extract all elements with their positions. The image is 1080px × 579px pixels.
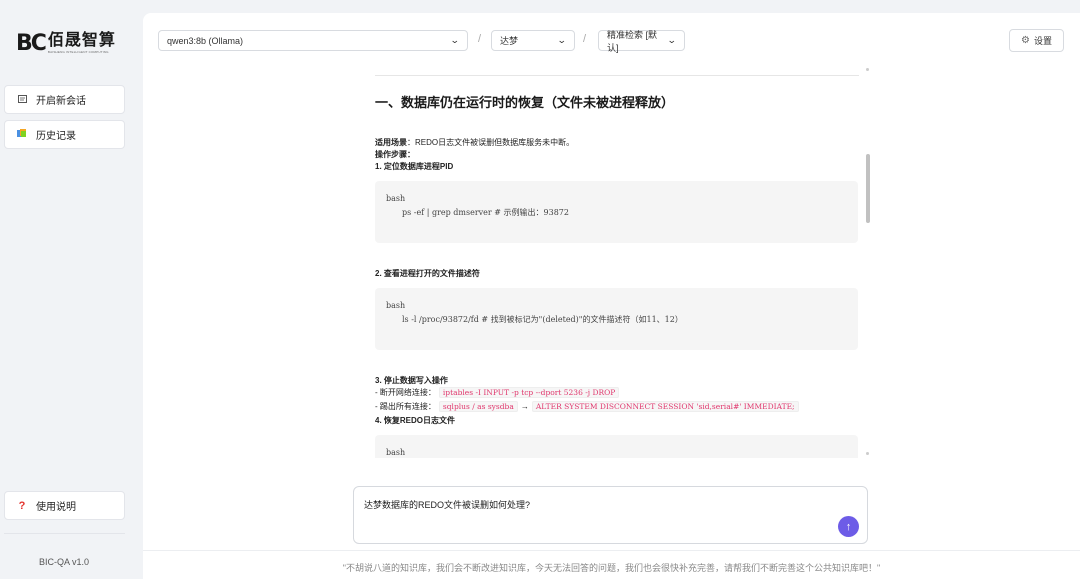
network-line: - 断开网络连接： iptables -I INPUT -p tcp --dpor… — [375, 387, 620, 398]
code-block[interactable]: bash ls -l /proc/93872/fd # 找到被标记为"(dele… — [375, 288, 858, 350]
main-panel: qwen3:8b (Ollama) ⌄ / 达梦 ⌄ / 精准检索 [默认] ⌄… — [143, 13, 1080, 579]
help-label: 使用说明 — [36, 502, 76, 513]
logo-mark: BC — [16, 30, 47, 56]
inline-code: sqlplus / as sysdba — [438, 401, 518, 412]
sidebar-divider — [4, 533, 125, 534]
arrow-right-icon: → — [520, 402, 529, 411]
send-button[interactable]: ↑ — [838, 516, 859, 537]
history-icon — [15, 129, 29, 140]
database-select-value: 达梦 — [500, 36, 519, 46]
new-chat-label: 开启新会话 — [36, 96, 86, 107]
session-line: - 踢出所有连接： sqlplus / as sysdba → ALTER SYSTE… — [375, 401, 799, 412]
step-4: 4. 恢复REDO日志文件 — [375, 416, 456, 425]
arrow-up-icon: ↑ — [845, 520, 852, 533]
steps-line: 操作步骤： — [375, 149, 415, 160]
chevron-down-icon: ⌄ — [450, 35, 461, 45]
scrollbar-arrow-up[interactable] — [866, 68, 869, 71]
version-label: BIC-QA v1.0 — [38, 557, 90, 567]
chevron-down-icon: ⌄ — [667, 35, 678, 45]
question-input[interactable]: 达梦数据库的REDO文件被误删如何处理? ↑ — [353, 486, 868, 544]
search-mode-select[interactable]: 精准检索 [默认] ⌄ — [598, 29, 685, 53]
model-select[interactable]: qwen3:8b (Ollama) ⌄ — [158, 30, 468, 51]
settings-label: 设置 — [1033, 36, 1052, 46]
scene-line: 适用场景：REDO日志文件被误删但数据库服务未中断。 — [375, 137, 574, 148]
database-select[interactable]: 达梦 ⌄ — [491, 30, 575, 51]
step-3: 3. 停止数据写入操作 — [375, 376, 448, 385]
network-label: - 断开网络连接： — [375, 388, 436, 397]
code-block[interactable]: bash ps -ef | grep dmserver # 示例输出：93872 — [375, 181, 858, 243]
history-button[interactable]: 历史记录 — [4, 120, 125, 149]
sidebar: BC 佰晟智算 BAISHENG INTELLIGENT COMPUTING 开… — [0, 0, 137, 579]
footer-divider — [143, 550, 1080, 551]
help-button[interactable]: ? 使用说明 — [4, 491, 125, 520]
footer-note: "不胡说八道的知识库，我们会不断改进知识库，今天无法回答的问题，我们也会很快补充… — [342, 563, 881, 573]
divider — [375, 75, 859, 76]
chat-icon — [15, 94, 29, 105]
model-select-value: qwen3:8b (Ollama) — [167, 35, 244, 46]
scene-label: 适用场景 — [375, 138, 407, 147]
scrollbar-arrow-down[interactable] — [866, 452, 869, 455]
inline-code: iptables -I INPUT -p tcp --dport 5236 -j… — [438, 387, 620, 398]
code-lang: bash — [386, 301, 406, 310]
history-label: 历史记录 — [36, 131, 76, 142]
separator: / — [583, 33, 587, 45]
logo-tagline: BAISHENG INTELLIGENT COMPUTING — [47, 50, 109, 54]
scene-text: ：REDO日志文件被误删但数据库服务未中断。 — [407, 138, 575, 147]
gear-icon: ⚙ — [1021, 35, 1030, 46]
steps-colon: ： — [407, 150, 415, 159]
question-input-value[interactable]: 达梦数据库的REDO文件被误删如何处理? — [364, 498, 530, 511]
chevron-down-icon: ⌄ — [557, 35, 568, 45]
code-lang: bash — [386, 194, 406, 203]
steps-label: 操作步骤 — [375, 150, 407, 159]
code-line: ls -l /proc/93872/fd # 找到被标记为"(deleted)"… — [402, 315, 683, 324]
scrollbar-thumb[interactable] — [866, 154, 870, 223]
code-block[interactable]: bash — [375, 435, 858, 458]
toolbar: qwen3:8b (Ollama) ⌄ / 达梦 ⌄ / 精准检索 [默认] ⌄… — [143, 13, 1080, 69]
settings-button[interactable]: ⚙ 设置 — [1009, 29, 1064, 52]
question-icon: ? — [18, 499, 26, 512]
step-1: 1. 定位数据库进程PID — [375, 162, 454, 171]
logo: BC 佰晟智算 BAISHENG INTELLIGENT COMPUTING — [16, 28, 116, 58]
answer-heading: 一、数据库仍在运行时的恢复（文件未被进程释放） — [375, 95, 675, 110]
inline-code: ALTER SYSTEM DISCONNECT SESSION 'sid,ser… — [531, 401, 799, 412]
new-chat-button[interactable]: 开启新会话 — [4, 85, 125, 114]
step-2: 2. 查看进程打开的文件描述符 — [375, 269, 480, 278]
code-line: ps -ef | grep dmserver # 示例输出：93872 — [402, 208, 569, 217]
session-label: - 踢出所有连接： — [375, 402, 436, 411]
separator: / — [478, 33, 482, 45]
code-lang: bash — [386, 448, 406, 457]
search-mode-value: 精准检索 [默认] — [607, 29, 658, 53]
logo-name: 佰晟智算 — [47, 32, 116, 49]
answer-content: 一、数据库仍在运行时的恢复（文件未被进程释放） 适用场景：REDO日志文件被误删… — [375, 63, 859, 458]
